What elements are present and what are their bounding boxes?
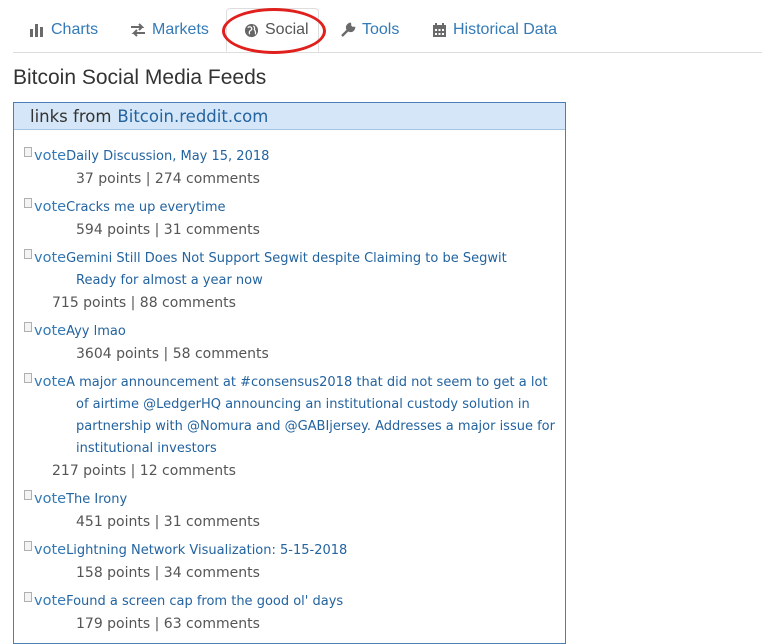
vote-image-icon[interactable]: vote [24, 488, 66, 510]
post-title-link[interactable]: Found a screen cap from the good ol' day… [66, 594, 343, 609]
item-title-line: voteAyy lmao [24, 320, 562, 343]
vote-image-icon[interactable]: vote [24, 590, 66, 612]
nav-tabs: Charts Markets Social Tools Historical D… [13, 8, 762, 53]
post-title-link[interactable]: institutional investors [76, 441, 217, 456]
vote-image-icon[interactable]: vote [24, 539, 66, 561]
post-stats: 715 points | 88 comments [52, 295, 236, 311]
feed-list: voteDaily Discussion, May 15, 2018 37 poi… [24, 145, 562, 641]
tab-label: Historical Data [453, 21, 558, 38]
post-stats: 594 points | 31 comments [76, 222, 260, 238]
post-title-link[interactable]: Cracks me up everytime [66, 200, 226, 215]
item-title-continuation: of airtime @LedgerHQ announcing an insti… [24, 394, 562, 416]
item-title-line: voteCracks me up everytime [24, 196, 562, 219]
list-item: voteDaily Discussion, May 15, 2018 37 poi… [24, 145, 562, 190]
globe-icon [243, 22, 259, 38]
tab-label: Social [265, 21, 309, 38]
post-title-link[interactable]: Ayy lmao [66, 324, 126, 339]
vote-alt-text: vote [34, 199, 67, 215]
vote-alt-text: vote [34, 148, 67, 164]
post-stats: 217 points | 12 comments [52, 463, 236, 479]
item-title-line: voteA major announcement at #consensus20… [24, 371, 562, 394]
calendar-icon [431, 22, 447, 38]
page-title: Bitcoin Social Media Feeds [13, 66, 267, 89]
tab-tools[interactable]: Tools [340, 8, 399, 52]
vote-image-icon[interactable]: vote [24, 145, 66, 167]
item-title-line: voteLightning Network Visualization: 5-1… [24, 539, 562, 562]
vote-alt-text: vote [34, 323, 67, 339]
post-title-link[interactable]: of airtime @LedgerHQ announcing an insti… [76, 397, 530, 412]
panel-heading-prefix: links from [30, 106, 112, 126]
post-stats: 3604 points | 58 comments [76, 346, 269, 362]
post-stats: 179 points | 63 comments [76, 616, 260, 632]
item-title-continuation: partnership with @Nomura and @GABIjersey… [24, 416, 562, 438]
vote-alt-text: vote [34, 491, 67, 507]
vote-image-icon[interactable]: vote [24, 371, 66, 393]
vote-alt-text: vote [34, 593, 67, 609]
list-item: voteThe Irony 451 points | 31 comments [24, 488, 562, 533]
tab-label: Charts [51, 21, 99, 38]
post-stats: 451 points | 31 comments [76, 514, 260, 530]
list-item: voteA major announcement at #consensus20… [24, 371, 562, 482]
vote-image-icon[interactable]: vote [24, 320, 66, 342]
item-title-line: voteFound a screen cap from the good ol'… [24, 590, 562, 613]
exchange-arrows-icon [130, 22, 146, 38]
post-title-link[interactable]: The Irony [66, 492, 127, 507]
post-title-link[interactable]: Ready for almost a year now [76, 273, 263, 288]
item-title-continuation: institutional investors [24, 438, 562, 460]
post-title-link[interactable]: Gemini Still Does Not Support Segwit des… [66, 251, 507, 266]
vote-image-icon[interactable]: vote [24, 196, 66, 218]
wrench-icon [340, 22, 356, 38]
tab-historical-data[interactable]: Historical Data [431, 8, 557, 52]
vote-image-icon[interactable]: vote [24, 247, 66, 269]
tab-label: Tools [362, 21, 400, 38]
item-title-continuation: Ready for almost a year now [24, 270, 562, 292]
post-title-link[interactable]: Lightning Network Visualization: 5-15-20… [66, 543, 347, 558]
social-feed-panel: links from Bitcoin.reddit.com voteDaily … [13, 102, 566, 644]
post-stats: 37 points | 274 comments [76, 171, 260, 187]
tab-label: Markets [152, 21, 209, 38]
tab-markets[interactable]: Markets [130, 8, 209, 52]
list-item: voteAyy lmao 3604 points | 58 comments [24, 320, 562, 365]
tab-charts[interactable]: Charts [29, 8, 98, 52]
vote-alt-text: vote [34, 374, 67, 390]
list-item: voteCracks me up everytime 594 points | 3… [24, 196, 562, 241]
post-title-link[interactable]: A major announcement at #consensus2018 t… [66, 375, 547, 390]
bar-chart-icon [29, 22, 45, 38]
post-stats: 158 points | 34 comments [76, 565, 260, 581]
source-site-link[interactable]: Bitcoin.reddit.com [117, 107, 268, 126]
tab-social[interactable]: Social [226, 8, 319, 52]
post-title-link[interactable]: partnership with @Nomura and @GABIjersey… [76, 419, 555, 434]
item-title-line: voteGemini Still Does Not Support Segwit… [24, 247, 562, 270]
post-title-link[interactable]: Daily Discussion, May 15, 2018 [66, 149, 269, 164]
list-item: voteLightning Network Visualization: 5-1… [24, 539, 562, 584]
item-title-line: voteThe Irony [24, 488, 562, 511]
panel-heading: links from Bitcoin.reddit.com [14, 103, 565, 130]
item-title-line: voteDaily Discussion, May 15, 2018 [24, 145, 562, 168]
vote-alt-text: vote [34, 542, 67, 558]
vote-alt-text: vote [34, 250, 67, 266]
list-item: voteGemini Still Does Not Support Segwit… [24, 247, 562, 314]
list-item: voteFound a screen cap from the good ol'… [24, 590, 562, 635]
